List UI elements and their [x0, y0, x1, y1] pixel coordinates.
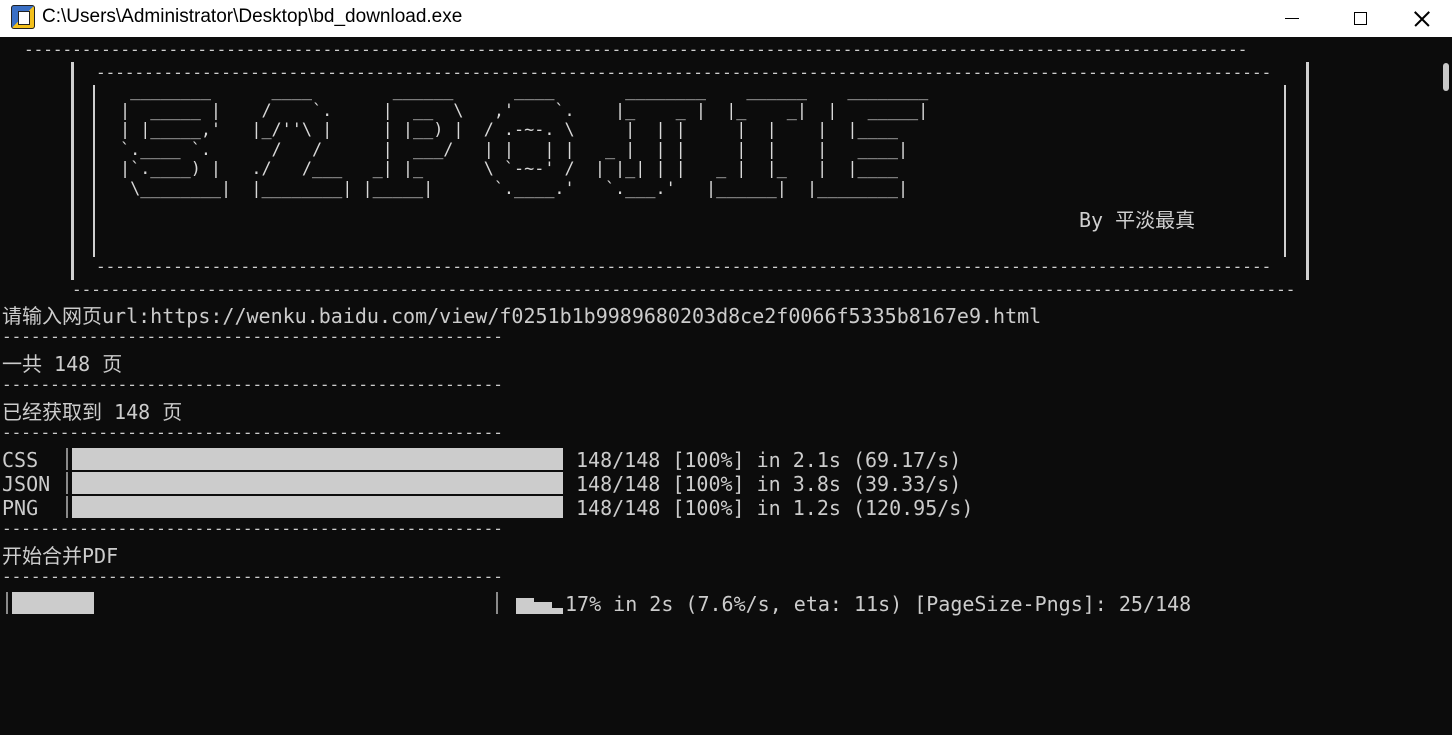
- scrollbar-thumb[interactable]: [1443, 63, 1449, 91]
- progress-bar-left-edge: [66, 472, 68, 494]
- png-progress-fill: [72, 496, 563, 518]
- banner-inner-left-border: [93, 85, 95, 257]
- banner-inner-bottom-rule: ----------------------------------------…: [96, 257, 1271, 276]
- css-progress-fill: [72, 448, 563, 470]
- banner-author: By 平淡最真: [1079, 208, 1196, 232]
- json-progress-stats: 148/148 [100%] in 3.8s (39.33/s): [576, 472, 962, 496]
- separator: ----------------------------------------…: [2, 519, 505, 538]
- close-icon: [1414, 11, 1430, 27]
- merge-progress-left-edge: [6, 592, 8, 614]
- minimize-icon: [1285, 17, 1299, 20]
- css-progress-label: CSS: [2, 448, 39, 472]
- banner-top-rule: ----------------------------------------…: [24, 40, 1248, 59]
- separator: ----------------------------------------…: [2, 567, 505, 586]
- url-input-value[interactable]: https://wenku.baidu.com/view/f0251b1b998…: [150, 304, 1041, 328]
- banner-inner-right-border: [1284, 85, 1286, 257]
- merge-progress-right-edge: [496, 592, 498, 614]
- url-prompt-line: 请输入网页url:https://wenku.baidu.com/view/f0…: [2, 303, 1041, 329]
- maximize-button[interactable]: [1330, 0, 1390, 37]
- close-button[interactable]: [1392, 0, 1452, 37]
- progress-bar-left-edge: [66, 448, 68, 470]
- css-progress-stats: 148/148 [100%] in 2.1s (69.17/s): [576, 448, 962, 472]
- total-pages-line: 一共 148 页: [2, 352, 123, 376]
- separator: ----------------------------------------…: [2, 327, 505, 346]
- banner-ascii-logo: ________ ____ ______ ____ ________ _____…: [120, 80, 929, 198]
- merge-spinner-block: [552, 608, 563, 614]
- console-output[interactable]: ----------------------------------------…: [0, 37, 1440, 735]
- merge-pdf-line: 开始合并PDF: [2, 544, 119, 568]
- merge-progress-fill: [12, 592, 94, 614]
- progress-bar-left-edge: [66, 496, 68, 518]
- merge-spinner-block: [516, 598, 534, 614]
- vertical-scrollbar[interactable]: [1440, 37, 1452, 735]
- json-progress-fill: [72, 472, 563, 494]
- separator: ----------------------------------------…: [2, 375, 505, 394]
- separator: ----------------------------------------…: [2, 423, 505, 442]
- title-bar: C:\Users\Administrator\Desktop\bd_downlo…: [0, 0, 1452, 37]
- minimize-button[interactable]: [1262, 0, 1322, 37]
- merge-spinner-block: [534, 602, 552, 614]
- python-app-icon: [11, 5, 35, 29]
- banner-right-border: [1306, 62, 1309, 280]
- merge-progress-stats: 17% in 2s (7.6%/s, eta: 11s) [PageSize-P…: [565, 592, 1192, 616]
- maximize-icon: [1353, 12, 1367, 25]
- json-progress-label: JSON: [2, 472, 51, 496]
- banner-left-border: [71, 62, 74, 280]
- window-title: C:\Users\Administrator\Desktop\bd_downlo…: [42, 6, 463, 27]
- banner-bottom-rule: ----------------------------------------…: [72, 280, 1296, 299]
- png-progress-label: PNG: [2, 496, 39, 520]
- url-prompt-label: 请输入网页url:: [2, 304, 151, 328]
- png-progress-stats: 148/148 [100%] in 1.2s (120.95/s): [576, 496, 974, 520]
- fetched-pages-line: 已经获取到 148 页: [2, 400, 183, 424]
